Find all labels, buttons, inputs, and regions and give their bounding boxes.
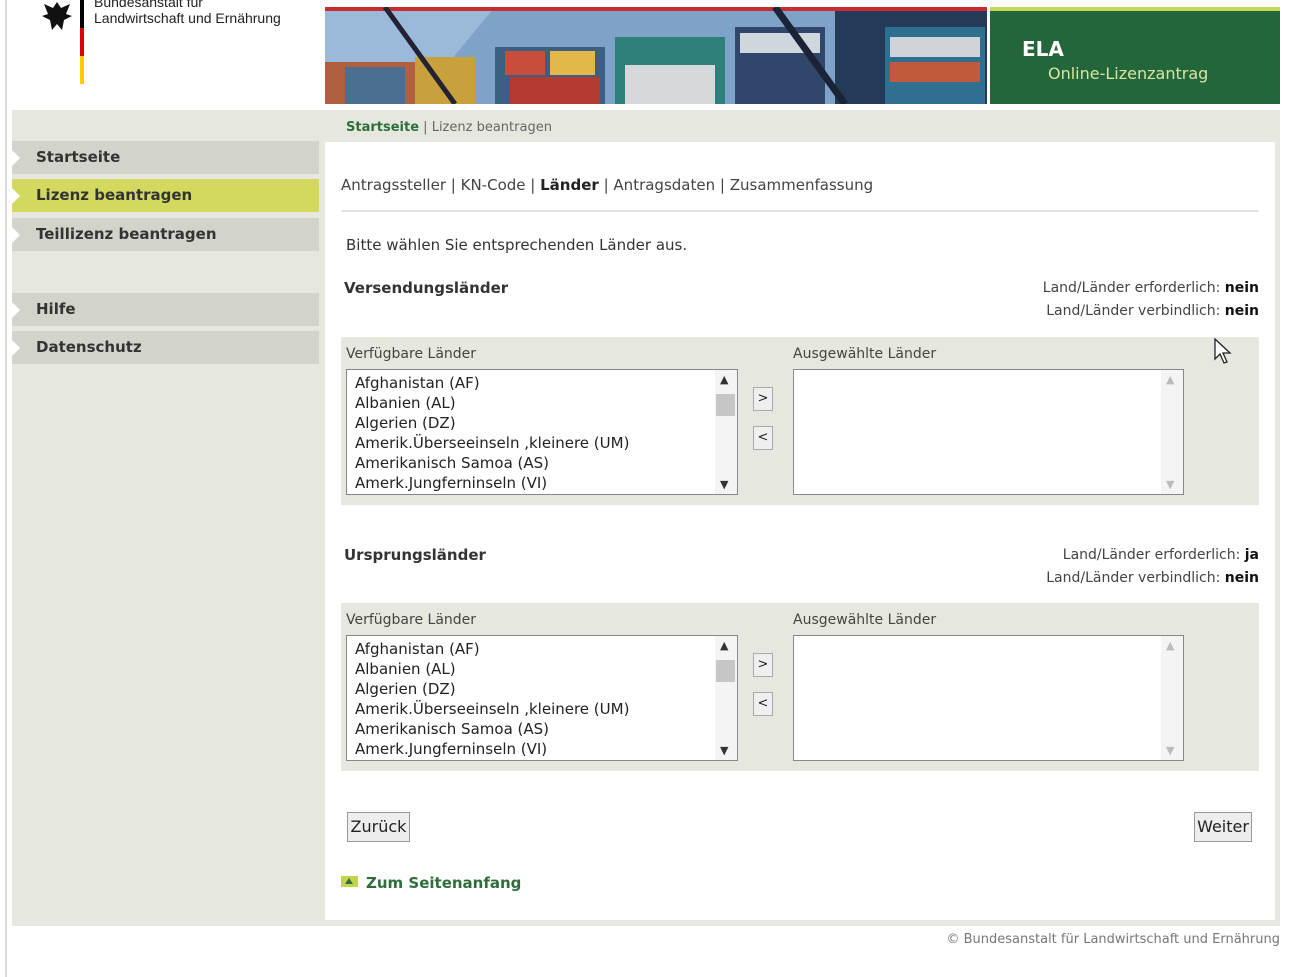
back-button[interactable]: Zurück (347, 812, 410, 842)
step-navigation: Antragssteller | KN-Code | Länder | Antr… (341, 176, 873, 194)
scrollbar-thumb[interactable] (716, 394, 735, 416)
agency-name-line2: Landwirtschaft und Ernährung (94, 10, 281, 26)
step-kn-code[interactable]: KN-Code (461, 176, 526, 194)
list-item[interactable]: Afghanistan (AF) (347, 639, 737, 659)
scrollbar: ▲ ▼ (1161, 636, 1183, 760)
federal-flag-bar (80, 0, 84, 84)
sidebar-item-label: Teillizenz beantragen (36, 225, 217, 243)
footer-copyright: © Bundesanstalt für Landwirtschaft und E… (946, 932, 1280, 947)
country-picker-versendung: Verfügbare Länder Ausgewählte Länder Afg… (341, 337, 1259, 505)
available-countries-list[interactable]: Afghanistan (AF) Albanien (AL) Algerien … (346, 635, 738, 761)
required-label: Land/Länder erforderlich: (1042, 280, 1221, 296)
scrollbar[interactable]: ▲ ▼ (715, 636, 737, 760)
step-zusammenfassung[interactable]: Zusammenfassung (730, 176, 873, 194)
required-value: nein (1224, 280, 1259, 296)
sidebar-item-teillizenz-beantragen[interactable]: Teillizenz beantragen (12, 218, 319, 251)
step-laender-current: Länder (540, 176, 599, 194)
remove-country-button[interactable]: < (753, 426, 773, 450)
available-countries-label: Verfügbare Länder (346, 346, 477, 362)
remove-country-button[interactable]: < (753, 692, 773, 716)
federal-eagle-icon (40, 0, 74, 32)
selected-countries-label: Ausgewählte Länder (793, 612, 937, 628)
sidebar-item-startseite[interactable]: Startseite (12, 141, 319, 174)
divider (341, 210, 1259, 212)
app-title: ELA (1022, 37, 1064, 61)
list-item[interactable]: Albanien (AL) (347, 393, 737, 413)
section-title-ursprungslaender: Ursprungsländer (344, 546, 486, 564)
country-picker-ursprung: Verfügbare Länder Ausgewählte Länder Afg… (341, 603, 1259, 771)
agency-name: Bundesanstalt für Landwirtschaft und Ern… (94, 0, 281, 26)
breadcrumb-current: Lizenz beantragen (431, 120, 552, 135)
agency-logo[interactable]: Bundesanstalt für Landwirtschaft und Ern… (40, 0, 310, 90)
header-banner-image (325, 7, 987, 104)
sidebar-item-label: Startseite (36, 148, 121, 166)
agency-name-line1: Bundesanstalt für (94, 0, 203, 10)
scroll-up-icon: ▲ (1166, 639, 1175, 652)
selected-countries-list[interactable]: ▲ ▼ (793, 635, 1184, 761)
scroll-down-icon: ▼ (1166, 744, 1175, 757)
mouse-pointer-icon (1214, 337, 1232, 368)
binding-label: Land/Länder verbindlich: (1046, 303, 1221, 319)
section-requirements: Land/Länder erforderlich: nein Land/Länd… (1043, 277, 1259, 323)
section-title-versendungslaender: Versendungsländer (344, 279, 509, 297)
sidebar-item-label: Lizenz beantragen (36, 186, 193, 204)
step-antragssteller[interactable]: Antragssteller (341, 176, 446, 194)
selected-countries-list[interactable]: ▲ ▼ (793, 369, 1184, 495)
step-separator: | (450, 176, 456, 194)
list-item[interactable]: Amerk.Jungferninseln (VI) (347, 739, 737, 759)
binding-value: nein (1224, 303, 1259, 319)
scroll-down-icon[interactable]: ▼ (720, 478, 728, 491)
arrow-up-icon (341, 876, 358, 887)
selected-countries-label: Ausgewählte Länder (793, 346, 937, 362)
step-antragsdaten[interactable]: Antragsdaten (613, 176, 715, 194)
required-value: ja (1244, 547, 1259, 563)
scroll-up-icon[interactable]: ▲ (720, 639, 728, 652)
available-countries-list[interactable]: Afghanistan (AF) Albanien (AL) Algerien … (346, 369, 738, 495)
list-item[interactable]: Amerk.Jungferninseln (VI) (347, 473, 737, 493)
list-item[interactable]: Amerikanisch Samoa (AS) (347, 453, 737, 473)
list-item[interactable]: Algerien (DZ) (347, 413, 737, 433)
app-subtitle: Online-Lizenzantrag (1048, 64, 1209, 83)
list-item[interactable]: Amerik.Überseeinseln ,kleinere (UM) (347, 699, 737, 719)
scroll-down-icon[interactable]: ▼ (720, 744, 728, 757)
breadcrumb-separator: | (423, 120, 428, 135)
sidebar-item-datenschutz[interactable]: Datenschutz (12, 331, 319, 364)
next-button[interactable]: Weiter (1194, 812, 1252, 842)
required-label: Land/Länder erforderlich: (1062, 547, 1241, 563)
scroll-down-icon: ▼ (1166, 478, 1175, 491)
list-item[interactable]: Algerien (DZ) (347, 679, 737, 699)
scrollbar-thumb[interactable] (716, 660, 735, 682)
list-item[interactable]: Amerikanisch Samoa (AS) (347, 719, 737, 739)
intro-text: Bitte wählen Sie entsprechenden Länder a… (346, 236, 688, 254)
sidebar-item-label: Hilfe (36, 300, 76, 318)
breadcrumb-home-link[interactable]: Startseite (346, 120, 419, 135)
breadcrumb: Startseite | Lizenz beantragen (346, 120, 552, 135)
window-edge (5, 0, 7, 977)
step-separator: | (530, 176, 536, 194)
step-separator: | (603, 176, 609, 194)
list-item[interactable]: Amerik.Überseeinseln ,kleinere (UM) (347, 433, 737, 453)
step-separator: | (719, 176, 725, 194)
scroll-up-icon: ▲ (1166, 373, 1175, 386)
binding-label: Land/Länder verbindlich: (1046, 570, 1221, 586)
list-item[interactable]: Albanien (AL) (347, 659, 737, 679)
app-title-box: ELA Online-Lizenzantrag (990, 7, 1280, 104)
scrollbar[interactable]: ▲ ▼ (715, 370, 737, 494)
sidebar-item-label: Datenschutz (36, 338, 142, 356)
main-content (325, 142, 1275, 920)
back-to-top-label: Zum Seitenanfang (366, 874, 522, 892)
add-country-button[interactable]: > (753, 387, 773, 411)
add-country-button[interactable]: > (753, 653, 773, 677)
available-countries-label: Verfügbare Länder (346, 612, 477, 628)
list-item[interactable]: Afghanistan (AF) (347, 373, 737, 393)
sidebar-item-hilfe[interactable]: Hilfe (12, 293, 319, 326)
scroll-up-icon[interactable]: ▲ (720, 373, 728, 386)
binding-value: nein (1224, 570, 1259, 586)
back-to-top-link[interactable]: Zum Seitenanfang (341, 874, 521, 892)
section-requirements: Land/Länder erforderlich: ja Land/Länder… (1046, 544, 1259, 590)
sidebar-item-lizenz-beantragen[interactable]: Lizenz beantragen (12, 179, 319, 212)
scrollbar: ▲ ▼ (1161, 370, 1183, 494)
